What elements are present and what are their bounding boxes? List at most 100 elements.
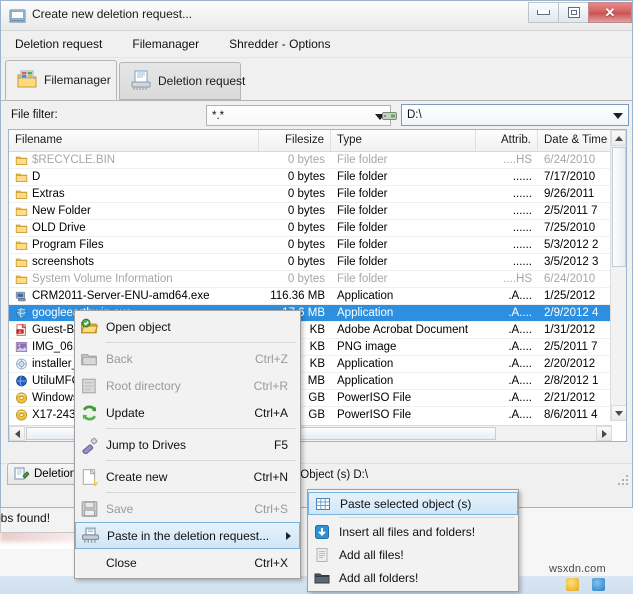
cell-type: File folder: [337, 221, 388, 234]
column-header-attrib[interactable]: Attrib.: [476, 130, 538, 151]
tab-deletion-request-label: Deletion request: [158, 74, 246, 88]
tab-filemanager[interactable]: Filemanager: [5, 60, 117, 100]
filename-text: New Folder: [32, 204, 91, 217]
maximize-button[interactable]: [558, 2, 588, 23]
submenu-item[interactable]: Add all folders!: [308, 566, 518, 589]
column-header-filesize[interactable]: Filesize: [259, 130, 331, 151]
disc-icon: [15, 409, 28, 421]
table-row[interactable]: $RECYCLE.BIN 0 bytes File folder ....HS 6/24…: [9, 152, 626, 169]
context-menu-item-label: Open object: [106, 319, 171, 334]
menu-item-shredder-options[interactable]: Shredder - Options: [227, 34, 332, 54]
image-icon: [15, 341, 28, 353]
back-folder-icon: [80, 350, 99, 368]
save-icon: [80, 500, 99, 518]
file-lines-icon: [313, 547, 331, 563]
file-filter-row: File filter: *.* D:\: [1, 101, 632, 131]
minimize-button[interactable]: [528, 2, 558, 23]
cell-date-time: 2/5/2011 7: [544, 340, 598, 353]
cell-filename: System Volume Information: [9, 271, 259, 288]
column-header-type[interactable]: Type: [331, 130, 476, 151]
cell-filename: New Folder: [9, 203, 259, 220]
exe-icon: [15, 290, 28, 302]
context-menu-shortcut: Ctrl+S: [254, 501, 288, 516]
column-header-date-time[interactable]: Date & Time: [538, 130, 611, 151]
shredder-icon: [130, 70, 152, 92]
context-menu-item-label: Save: [106, 501, 134, 516]
table-row[interactable]: System Volume Information 0 bytes File fol…: [9, 271, 626, 288]
cell-type: File folder: [337, 238, 388, 251]
context-menu-item[interactable]: Close Ctrl+X: [75, 549, 300, 576]
chevron-left-icon: [14, 429, 20, 438]
context-menu-item-label: Back: [106, 351, 133, 366]
close-button[interactable]: ✕: [588, 2, 632, 23]
scroll-up-button[interactable]: [611, 130, 626, 146]
context-menu-shortcut: Ctrl+R: [253, 378, 288, 393]
open-folder-icon: [80, 318, 99, 336]
filename-text: Program Files: [32, 238, 104, 251]
cell-attrib: .A....: [508, 357, 532, 370]
folder-icon: [15, 256, 28, 268]
app-window-icon: [9, 7, 26, 24]
table-row[interactable]: New Folder 0 bytes File folder...... 2/5/20…: [9, 203, 626, 220]
vertical-scrollbar[interactable]: [610, 130, 626, 421]
table-row[interactable]: CRM2011-Server-ENU-amd64.exe 116.36 MB App…: [9, 288, 626, 305]
cell-date-time: 5/3/2012 2: [544, 238, 599, 251]
folder-icon: [15, 239, 28, 251]
file-filter-combo[interactable]: *.*: [206, 105, 391, 126]
cell-filename: D: [9, 169, 259, 186]
cell-filesize: 0 bytes: [287, 272, 325, 285]
cell-date-time: 2/9/2012 4: [544, 306, 599, 319]
deletion-request-icon: [14, 467, 30, 481]
submenu-item-label: Paste selected object (s): [340, 496, 472, 511]
table-row[interactable]: Extras 0 bytes File folder...... 9/26/2011: [9, 186, 626, 203]
cell-filesize: 0 bytes: [287, 187, 325, 200]
column-header-filename[interactable]: Filename: [9, 130, 259, 151]
folder-icon: [16, 69, 38, 91]
submenu-item[interactable]: Insert all files and folders!: [308, 520, 518, 543]
context-menu-item-label: Paste in the deletion request...: [107, 528, 270, 543]
shredder-icon: [81, 527, 100, 545]
menu-item-deletion-request[interactable]: Deletion request: [13, 34, 104, 54]
submenu-item[interactable]: Paste selected object (s): [308, 492, 518, 515]
context-menu-item[interactable]: Create new Ctrl+N: [75, 463, 300, 490]
context-menu-item[interactable]: Open object: [75, 313, 300, 340]
folder-icon: [15, 188, 28, 200]
table-row[interactable]: OLD Drive 0 bytes File folder...... 7/25/20…: [9, 220, 626, 237]
cell-type: Adobe Acrobat Document: [337, 323, 469, 336]
filename-text: Extras: [32, 187, 65, 200]
cell-attrib: .A....: [508, 391, 532, 404]
cell-type: File folder: [337, 272, 388, 285]
scroll-right-button[interactable]: [596, 426, 612, 441]
filename-text: IMG_061: [32, 340, 80, 353]
chevron-down-icon: [613, 113, 623, 119]
menu-item-filemanager[interactable]: Filemanager: [130, 34, 201, 54]
title-bar[interactable]: Create new deletion request... ✕: [1, 1, 632, 31]
cell-filesize: 0 bytes: [287, 153, 325, 166]
tab-deletion-request[interactable]: Deletion request: [119, 62, 245, 100]
cell-date-time: 1/25/2012: [544, 289, 596, 302]
cell-type: PowerISO File: [337, 391, 412, 404]
taskbar-icon-1[interactable]: [566, 578, 579, 591]
chevron-right-icon: [601, 429, 607, 438]
scroll-down-button[interactable]: [611, 405, 626, 421]
table-row[interactable]: screenshots 0 bytes File folder...... 3/5/2…: [9, 254, 626, 271]
menu-bar: Deletion request Filemanager Shredder - …: [1, 31, 632, 58]
context-menu-item[interactable]: Paste in the deletion request...: [75, 522, 300, 549]
cell-attrib: .A....: [508, 340, 532, 353]
folder-dark-icon: [313, 570, 331, 586]
globe-icon: [15, 307, 28, 319]
context-menu-shortcut: Ctrl+Z: [255, 351, 288, 366]
drive-combo[interactable]: D:\: [401, 104, 629, 126]
table-row[interactable]: D 0 bytes File folder...... 7/17/2010: [9, 169, 626, 186]
vertical-scroll-thumb[interactable]: [612, 147, 626, 267]
cell-date-time: 7/25/2010: [544, 221, 596, 234]
context-menu-item[interactable]: Jump to Drives F5: [75, 431, 300, 458]
resize-grip[interactable]: [618, 475, 628, 485]
cell-attrib: ......: [512, 187, 532, 200]
scroll-left-button[interactable]: [9, 426, 25, 441]
context-menu-item[interactable]: Update Ctrl+A: [75, 399, 300, 426]
cell-attrib: .A....: [508, 289, 532, 302]
table-row[interactable]: Program Files 0 bytes File folder...... 5/3…: [9, 237, 626, 254]
submenu-item[interactable]: Add all files!: [308, 543, 518, 566]
taskbar-icon-2[interactable]: [592, 578, 605, 591]
